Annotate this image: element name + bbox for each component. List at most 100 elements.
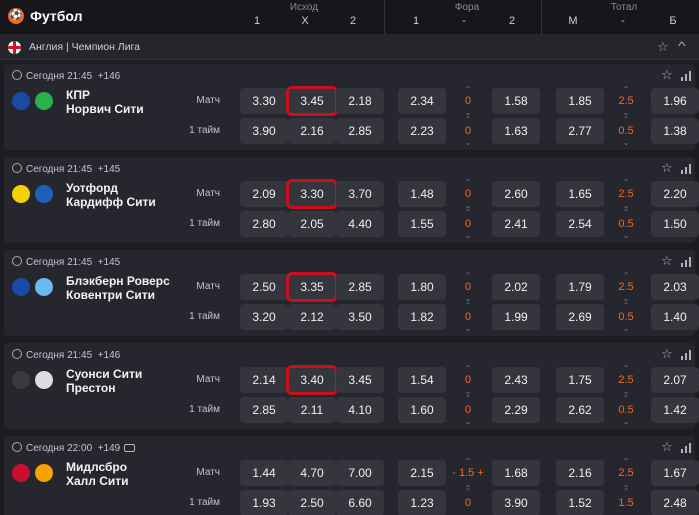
odd-f2[interactable]: 2.60 [492,181,540,207]
odd-f1[interactable]: 1.48 [398,181,446,207]
odd-o2[interactable]: 7.00 [336,460,384,486]
odd-f1[interactable]: 2.34 [398,88,446,114]
favorite-star-icon[interactable]: ☆ [661,439,673,455]
odd-o2[interactable]: 2.85 [336,118,384,144]
handicap-value[interactable]: 0 [455,188,481,200]
total-line[interactable]: 2.5 [613,95,639,107]
odd-o2[interactable]: 2.18 [336,88,384,114]
odd-f2[interactable]: 3.90 [492,490,540,515]
odd-o1[interactable]: 2.09 [240,181,288,207]
markets-count[interactable]: +146 [98,71,121,82]
odd-tb[interactable]: 2.48 [651,490,699,515]
odd-o1[interactable]: 3.20 [240,304,288,330]
total-line[interactable]: 1.5 [613,497,639,509]
odd-tb[interactable]: 2.07 [651,367,699,393]
arrow-up-icon[interactable]: ⌃ [613,272,639,280]
team1-name[interactable]: Суонси Сити [66,367,142,381]
odd-o1[interactable]: 2.80 [240,211,288,237]
stats-icon[interactable] [681,257,691,267]
arrow-up-icon[interactable]: ⌃ [455,209,481,217]
odd-tb[interactable]: 1.38 [651,118,699,144]
favorite-star-icon[interactable]: ☆ [661,67,673,83]
odd-tb[interactable]: 2.03 [651,274,699,300]
arrow-down-icon[interactable]: ⌄ [455,325,481,333]
odd-tm[interactable]: 1.75 [556,367,604,393]
total-line[interactable]: 2.5 [613,467,639,479]
odd-f2[interactable]: 1.58 [492,88,540,114]
match-card[interactable]: Сегодня 21:45 +145 ☆ Уотфорд Кардифф Сити Ма… [4,157,699,243]
favorite-star-icon[interactable]: ☆ [657,40,669,53]
match-card[interactable]: Сегодня 21:45 +146 ☆ Суонси Сити Престон Мат… [4,343,699,429]
arrow-up-icon[interactable]: ⌃ [613,365,639,373]
odd-tb[interactable]: 1.50 [651,211,699,237]
odd-f1[interactable]: 2.15 [398,460,446,486]
arrow-up-icon[interactable]: ⌃ [613,209,639,217]
odd-o1[interactable]: 2.14 [240,367,288,393]
odd-tm[interactable]: 2.16 [556,460,604,486]
odd-tm[interactable]: 2.62 [556,397,604,423]
odd-o2[interactable]: 3.50 [336,304,384,330]
arrow-up-icon[interactable]: ⌃ [613,179,639,187]
odd-ox[interactable]: 3.30 [286,179,338,209]
total-line[interactable]: 2.5 [613,281,639,293]
odd-tb[interactable]: 1.40 [651,304,699,330]
handicap-value[interactable]: 0 [455,374,481,386]
odd-f2[interactable]: 2.41 [492,211,540,237]
handicap-value[interactable]: 0 [455,95,481,107]
total-line[interactable]: 2.5 [613,374,639,386]
handicap-value[interactable]: - 1.5 + [448,467,488,479]
league-row[interactable]: Англия | Чемпион Лига ☆ ^ [0,34,699,60]
stats-icon[interactable] [681,164,691,174]
team2-name[interactable]: Кардифф Сити [66,195,156,209]
odd-o2[interactable]: 4.10 [336,397,384,423]
odd-o2[interactable]: 6.60 [336,490,384,515]
arrow-up-icon[interactable]: ⌃ [613,458,639,466]
markets-count[interactable]: +145 [98,257,121,268]
stats-icon[interactable] [681,71,691,81]
total-line[interactable]: 0.5 [613,404,639,416]
odd-o2[interactable]: 3.70 [336,181,384,207]
odd-ox[interactable]: 2.16 [288,118,336,144]
arrow-down-icon[interactable]: ⌄ [613,139,639,147]
odd-ox[interactable]: 2.50 [288,490,336,515]
arrow-up-icon[interactable]: ⌃ [455,395,481,403]
odd-tm[interactable]: 2.69 [556,304,604,330]
team1-name[interactable]: Мидлсбро [66,460,127,474]
arrow-up-icon[interactable]: ⌃ [455,458,481,466]
arrow-down-icon[interactable]: ⌄ [455,418,481,426]
markets-count[interactable]: +149 [98,443,121,454]
odd-tm[interactable]: 2.54 [556,211,604,237]
team1-name[interactable]: Блэкберн Роверс [66,274,170,288]
arrow-up-icon[interactable]: ⌃ [455,179,481,187]
odd-ox[interactable]: 4.70 [288,460,336,486]
arrow-down-icon[interactable]: ⌄ [455,511,481,515]
arrow-down-icon[interactable]: ⌄ [455,139,481,147]
handicap-value[interactable]: 0 [455,281,481,293]
handicap-value[interactable]: 0 [455,311,481,323]
odd-f2[interactable]: 1.68 [492,460,540,486]
arrow-up-icon[interactable]: ⌃ [613,86,639,94]
odd-f1[interactable]: 1.23 [398,490,446,515]
odd-f2[interactable]: 2.02 [492,274,540,300]
arrow-up-icon[interactable]: ⌃ [613,302,639,310]
odd-f2[interactable]: 2.29 [492,397,540,423]
odd-f1[interactable]: 1.60 [398,397,446,423]
handicap-value[interactable]: 0 [455,125,481,137]
arrow-up-icon[interactable]: ⌃ [455,302,481,310]
handicap-value[interactable]: 0 [455,497,481,509]
odd-o2[interactable]: 2.85 [336,274,384,300]
odd-tb[interactable]: 1.42 [651,397,699,423]
odd-ox[interactable]: 3.45 [286,86,338,116]
odd-f1[interactable]: 2.23 [398,118,446,144]
chevron-up-icon[interactable]: ^ [678,39,686,53]
odd-o2[interactable]: 4.40 [336,211,384,237]
odd-o1[interactable]: 3.30 [240,88,288,114]
handicap-value[interactable]: 0 [455,404,481,416]
arrow-up-icon[interactable]: ⌃ [613,116,639,124]
match-card[interactable]: Сегодня 21:45 +145 ☆ Блэкберн Роверс Ковент… [4,250,699,336]
arrow-down-icon[interactable]: ⌄ [613,511,639,515]
odd-f1[interactable]: 1.80 [398,274,446,300]
odd-f1[interactable]: 1.55 [398,211,446,237]
match-card[interactable]: Сегодня 22:00 +149 ☆ Мидлсбро Халл Сити Матч… [4,436,699,515]
markets-count[interactable]: +146 [98,350,121,361]
